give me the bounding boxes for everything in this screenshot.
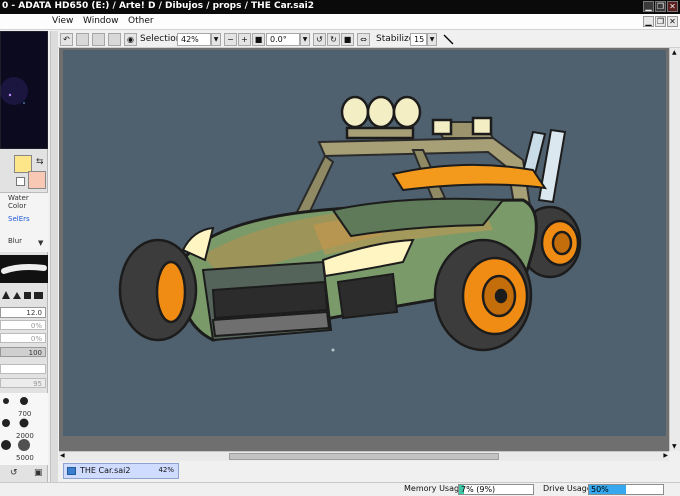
size-value: 12.0 — [26, 309, 42, 317]
flip-horizontal-icon[interactable]: ⇔ — [357, 33, 370, 46]
rotate-right-icon[interactable]: ↻ — [327, 33, 340, 46]
memory-usage-value: 7% (9%) — [461, 485, 496, 494]
horizontal-scrollbar[interactable]: ◀ ▶ — [59, 451, 669, 461]
document-thumbnail-icon — [67, 467, 76, 475]
tool-water-color[interactable]: Water Color — [8, 194, 47, 210]
stabilizer-dropdown-icon[interactable]: ▼ — [427, 33, 437, 46]
rotate-left-icon[interactable]: ↺ — [313, 33, 326, 46]
strength-slider[interactable]: 95 — [0, 378, 46, 388]
brush-size-2000: 2000 — [16, 432, 34, 440]
left-panel-scrollbar[interactable] — [50, 31, 58, 483]
zoom-field[interactable]: 42% — [177, 33, 211, 46]
zoom-reset-icon[interactable]: ■ — [252, 33, 265, 46]
pen-pressure-icon[interactable] — [443, 34, 454, 45]
rotation-reset-icon[interactable]: ■ — [341, 33, 354, 46]
tool-scroll-down-icon[interactable]: ▼ — [38, 239, 43, 247]
save-brush-icon[interactable]: ▣ — [34, 468, 43, 478]
undo-icon[interactable]: ↶ — [60, 33, 73, 46]
restore-button[interactable]: ❐ — [655, 1, 666, 12]
drive-usage-label: Drive Usage — [543, 484, 592, 493]
document-tab-bar: THE Car.sai2 42% — [59, 461, 680, 481]
density-slider[interactable]: 0% — [0, 320, 46, 330]
density-value: 0% — [30, 322, 42, 330]
brush-shape-row[interactable] — [0, 287, 48, 301]
memory-usage-meter: 7% (9%) — [458, 484, 534, 495]
vertical-scrollbar[interactable]: ▲ ▼ — [669, 48, 680, 451]
min-size-slider[interactable]: 0% — [0, 333, 46, 343]
memory-usage-label: Memory Usage — [404, 484, 465, 493]
size-slider[interactable]: 12.0 — [0, 307, 46, 318]
doc-close-button[interactable]: ✕ — [667, 16, 678, 27]
close-button[interactable]: ✕ — [667, 1, 678, 12]
document-tab-zoom: 42% — [158, 466, 174, 474]
minimize-button[interactable]: ▁ — [643, 1, 654, 12]
canvas[interactable] — [63, 50, 666, 436]
zoom-in-button[interactable]: + — [238, 33, 251, 46]
deselect-icon[interactable] — [92, 33, 105, 46]
rotation-dropdown-icon[interactable]: ▼ — [300, 33, 310, 46]
zoom-dropdown-icon[interactable]: ▼ — [211, 33, 221, 46]
min-size-value: 0% — [30, 335, 42, 343]
status-bar: Memory Usage 7% (9%) Drive Usage 50% — [0, 482, 680, 496]
title-bar: 0 - ADATA HD650 (E:) / Arte! D / Dibujos… — [0, 0, 680, 14]
redo-icon[interactable] — [76, 33, 89, 46]
menu-bar: View Window Other ▁ ❐ ✕ — [0, 14, 680, 30]
doc-minimize-button[interactable]: ▁ — [643, 16, 654, 27]
swap-colors-icon[interactable]: ⇆ — [36, 157, 44, 167]
opacity-slider[interactable]: 100 — [0, 347, 46, 357]
document-tab[interactable]: THE Car.sai2 42% — [63, 463, 179, 479]
doc-restore-button[interactable]: ❐ — [655, 16, 666, 27]
selection-label: Selection — [140, 34, 182, 44]
horizontal-scroll-thumb[interactable] — [229, 453, 499, 460]
undo-small-icon[interactable]: ↺ — [10, 468, 18, 478]
left-panel: ⇆ Water Color SelErs Blur ▼ 12.0 0% 0% 1… — [0, 30, 49, 483]
scroll-left-icon[interactable]: ◀ — [60, 452, 65, 459]
zoom-out-button[interactable]: − — [224, 33, 237, 46]
brush-size-700: 700 — [18, 410, 32, 418]
scroll-right-icon[interactable]: ▶ — [663, 452, 668, 459]
strength-value: 95 — [33, 380, 42, 388]
toolbar: ↶ ◉ Selection 42% ▼ − + ■ 0.0° ▼ ↺ ↻ ■ ⇔… — [54, 31, 680, 48]
brush-stroke-preview — [0, 255, 48, 283]
tool-blur[interactable]: Blur — [8, 237, 22, 245]
brush-size-presets[interactable]: 700 2000 5000 — [0, 393, 48, 465]
tool-selers[interactable]: SelErs — [8, 215, 30, 223]
navigator-preview[interactable] — [0, 30, 49, 150]
canvas-area[interactable] — [59, 48, 669, 451]
drive-usage-meter: 50% — [588, 484, 664, 495]
secondary-color-swatch[interactable] — [28, 171, 46, 189]
menu-other[interactable]: Other — [128, 16, 154, 26]
blending-field[interactable] — [0, 364, 46, 374]
brush-size-5000: 5000 — [16, 454, 34, 462]
rotation-field[interactable]: 0.0° — [266, 33, 300, 46]
drive-usage-value: 50% — [591, 485, 609, 494]
invert-selection-icon[interactable] — [108, 33, 121, 46]
scroll-down-icon[interactable]: ▼ — [672, 443, 677, 450]
eye-icon[interactable]: ◉ — [124, 33, 137, 46]
car-illustration — [118, 95, 582, 352]
transparent-color-icon[interactable] — [16, 177, 25, 186]
opacity-value: 100 — [28, 349, 42, 357]
scroll-up-icon[interactable]: ▲ — [672, 49, 677, 56]
menu-view[interactable]: View — [52, 16, 73, 26]
document-tab-name: THE Car.sai2 — [80, 466, 131, 475]
menu-window[interactable]: Window — [83, 16, 119, 26]
window-title: 0 - ADATA HD650 (E:) / Arte! D / Dibujos… — [2, 1, 315, 11]
stabilizer-field[interactable]: 15 — [410, 33, 427, 46]
